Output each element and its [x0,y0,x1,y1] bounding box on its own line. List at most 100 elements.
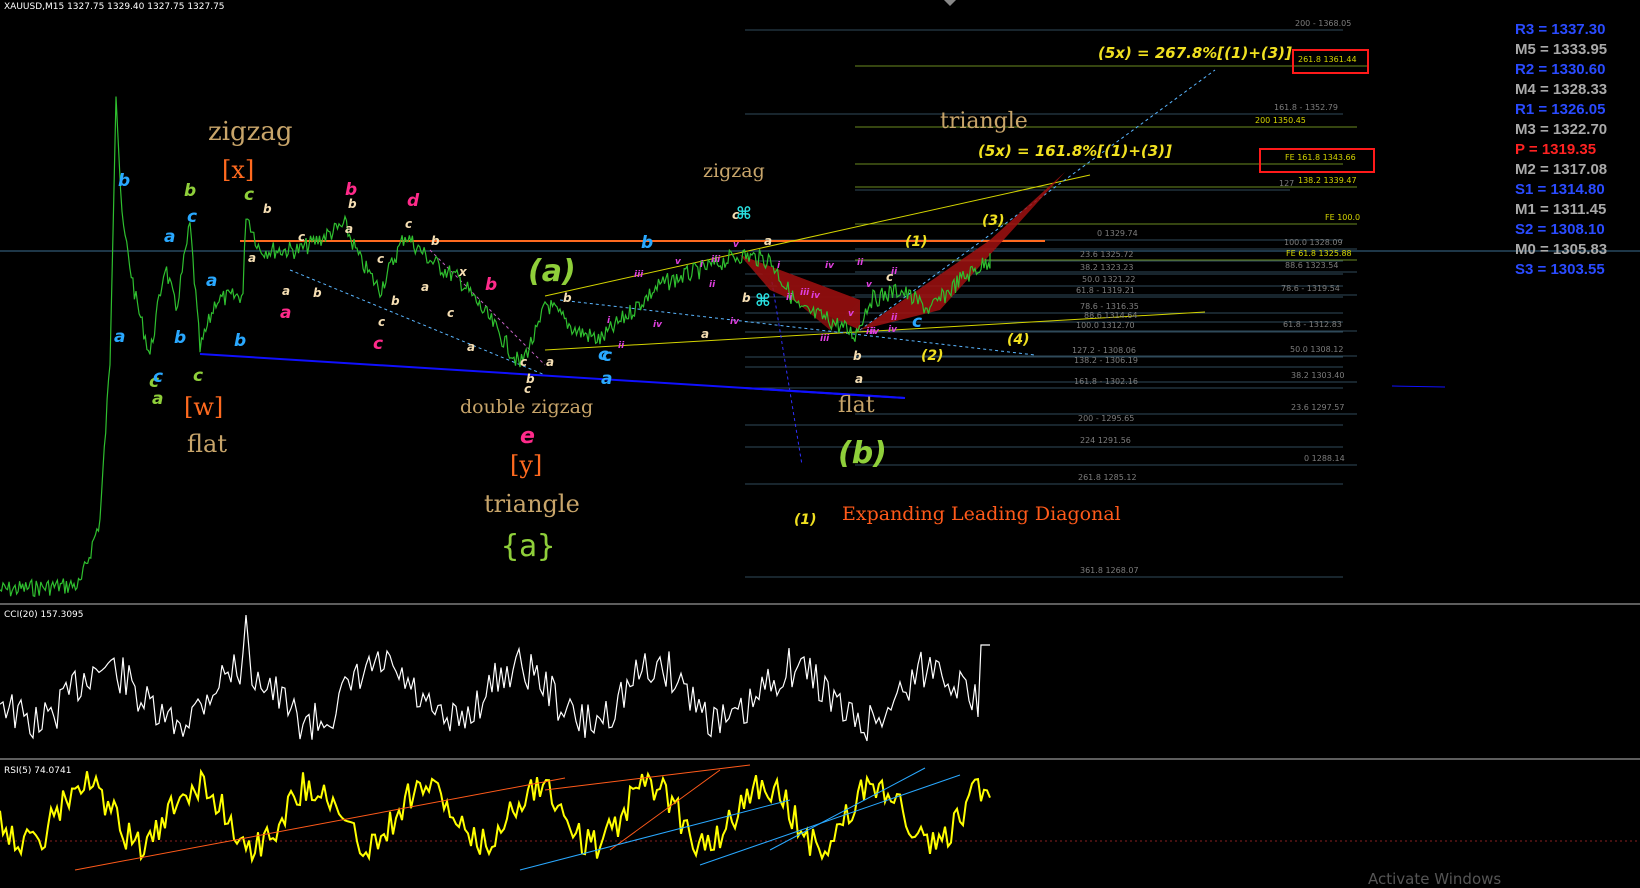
fib-label: 100.0 1312.70 [1076,321,1135,330]
fib-label: 78.6 - 1316.35 [1080,302,1139,311]
wave-label: b [526,372,535,386]
wave-label: a [701,327,709,341]
fib-label: 138.2 - 1306.19 [1074,356,1138,365]
wave-label: a [280,303,291,323]
pivot-level: M1 = 1311.45 [1515,201,1607,218]
fib-label: 61.8 - 1319.21 [1076,286,1135,295]
wave-label: b [431,234,440,248]
wave-label: iv [653,320,663,330]
wave-label: a [164,227,175,247]
fib-label: 200 - 1295.65 [1078,414,1134,423]
wave-label: a [546,355,554,369]
fib-label: 161.8 - 1302.16 [1074,377,1138,386]
pivot-level: P = 1319.35 [1515,141,1597,158]
wave-annotation: Expanding Leading Diagonal [842,503,1121,525]
wave-label: c [602,346,612,366]
rsi-label: RSI(5) 74.0741 [4,766,72,776]
wave-label: ii [891,313,898,323]
fib-label: FE 61.8 1325.88 [1286,249,1352,258]
wave-label: ⌘ [755,291,771,311]
wave-label: b [184,181,196,201]
rsi-trend-red-1 [74,777,566,871]
wave-annotation: {a} [501,529,555,564]
wave-label: a [601,369,612,389]
wave-label: a [467,340,475,354]
wave-label: c [377,252,384,266]
wave-label: c [187,207,197,227]
wave-label: c [153,367,163,387]
wave-label: a [855,372,863,386]
fib-label: 361.8 1268.07 [1080,566,1139,575]
wave-label: c [520,355,527,369]
fib-label: 38.2 1323.23 [1080,263,1133,272]
pivot-level: R1 = 1326.05 [1515,101,1606,118]
wave-label: c [298,230,305,244]
chart-title: XAUUSD,M15 1327.75 1329.40 1327.75 1327.… [4,2,225,12]
fib-label: 0 1329.74 [1097,229,1138,238]
wave-label: b [742,291,751,305]
wave-annotation: (1) [794,512,817,528]
fib-label: 261.8 1285.12 [1078,473,1137,482]
wave-label: a [114,327,125,347]
wave-label: iii [711,255,721,265]
fib-label: 138.2 1339.47 [1298,176,1357,185]
wave-label: x [458,265,468,279]
cci-label: CCI(20) 157.3095 [4,610,84,620]
wave-label: b [641,233,653,253]
wave-annotation: (4) [1007,332,1030,348]
wave-label: b [313,286,322,300]
fib-label: 200 - 1368.05 [1295,19,1351,28]
fib-label: 38.2 1303.40 [1291,371,1344,380]
fib-label: 100.0 1328.09 [1284,238,1343,247]
wave-label: c [447,306,454,320]
wave-label: b [263,202,272,216]
wave-label: ii [857,258,864,268]
pivot-level: M2 = 1317.08 [1515,161,1608,178]
fib-label: 50.0 1321.22 [1082,275,1135,284]
fib-label: 61.8 - 1312.83 [1283,320,1342,329]
wave-label: ii [709,280,716,290]
fib-label: 224 1291.56 [1080,436,1131,445]
pivot-level: S1 = 1314.80 [1515,181,1605,198]
wave-label: c [373,334,383,354]
fib-label: 78.6 - 1319.54 [1281,284,1340,293]
price-chart: zigzag [x] [w] flat (a) double zigzag e[y] tria… [0,0,1640,871]
pivot-level: S2 = 1308.10 [1515,221,1605,238]
wave-label: c [193,366,203,386]
wave-label: b [853,349,862,363]
wave-label: iv [825,261,835,271]
wave-label: d [407,191,420,211]
fib-label: 50.0 1308.12 [1290,345,1343,354]
fib-label: 127 [1279,179,1294,188]
wave-annotation: double zigzag [460,396,593,418]
wave-label: ii [618,341,625,351]
fib-label: 0 1288.14 [1304,454,1345,463]
wave-annotation: (5x) = 161.8%[(1)+(3)] [978,142,1172,160]
wave-annotation: (b) [838,436,887,471]
wave-annotation: triangle [484,490,580,518]
wave-label: iii [634,270,644,280]
fib-label: FE 100.0 [1325,213,1360,222]
rsi-pane [0,758,1640,871]
wave-label: c [378,315,385,329]
wave-label: ii [786,293,793,303]
wave-label: a [282,284,290,298]
wave-annotation: flat [187,430,227,458]
wave-label: a [206,271,217,291]
wave-annotation: zigzag [703,160,765,182]
pivot-level: S3 = 1303.55 [1515,261,1605,278]
wave-label: iv [811,291,821,301]
wave-label: iii [800,288,810,298]
fib-label: 161.8 - 1352.79 [1274,103,1338,112]
fib-label: 261.8 1361.44 [1298,55,1357,64]
rsi-trend-red-2 [544,764,751,791]
cci-pane [0,603,1640,742]
wave-label: iv [730,317,740,327]
wave-label: a [152,389,163,409]
wave-label: b [118,171,130,191]
wave-label: b [348,197,357,211]
rsi-trend-blue-1 [519,799,791,871]
fib-label: FE 161.8 1343.66 [1285,153,1356,162]
wave-label: c [886,270,893,284]
wave-label: c [405,217,412,231]
